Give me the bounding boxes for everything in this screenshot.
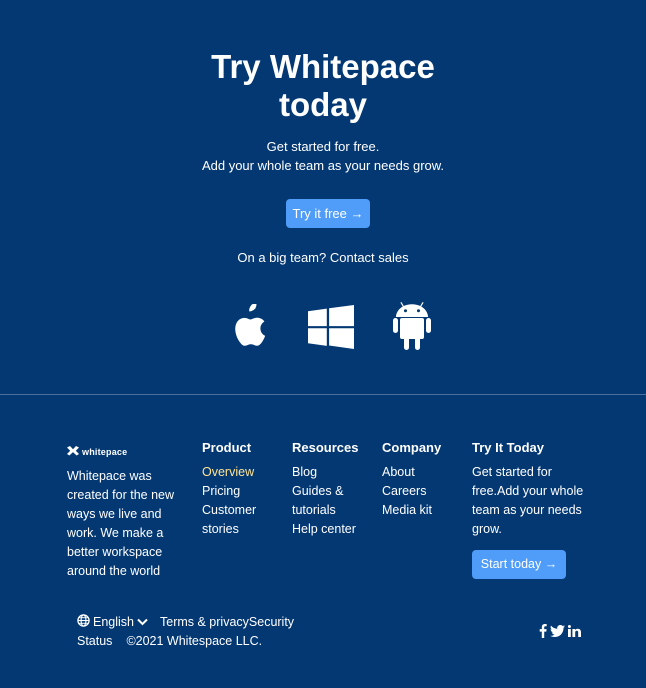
hero-subtitle-line2: Add your whole team as your needs grow.	[201, 158, 445, 173]
footer-column-company: Company About Careers Media kit	[382, 439, 441, 520]
terms-privacy-link[interactable]: Terms & privacy	[160, 615, 249, 629]
social-links	[539, 624, 581, 638]
hero-section: Try Whitepace today Get started for free…	[0, 0, 646, 394]
language-label: English	[93, 615, 134, 629]
link-customer-stories[interactable]: Customer stories	[202, 501, 272, 539]
link-pricing[interactable]: Pricing	[202, 482, 272, 501]
security-link[interactable]: Security	[249, 615, 294, 629]
hero-subtitle-line1: Get started for free.	[266, 139, 380, 154]
platform-icons	[0, 302, 646, 354]
legal-links: Terms & privacySecurity	[160, 614, 294, 630]
globe-icon	[77, 614, 90, 630]
language-selector[interactable]: English	[77, 614, 148, 630]
link-overview[interactable]: Overview	[202, 463, 272, 482]
try-today-text: Get started for free.Add your whole team…	[472, 465, 584, 536]
column-title: Try It Today	[472, 440, 544, 455]
link-help-center[interactable]: Help center	[292, 520, 367, 539]
logo-text: whitepace	[82, 447, 128, 457]
windows-icon[interactable]	[308, 305, 354, 354]
footer-column-try-today: Try It Today Get started for free.Add yo…	[472, 439, 594, 539]
contact-sales-link[interactable]: On a big team? Contact sales	[0, 249, 646, 266]
linkedin-icon[interactable]	[568, 625, 581, 637]
facebook-icon[interactable]	[539, 624, 547, 638]
try-it-free-button[interactable]: Try it free →	[286, 199, 370, 228]
link-guides-tutorials[interactable]: Guides & tutorials	[292, 482, 367, 520]
status-link[interactable]: Status	[77, 633, 112, 649]
footer-about-text: Whitepace was created for the new ways w…	[67, 469, 175, 578]
column-title: Resources	[292, 440, 359, 455]
column-title: Company	[382, 440, 442, 455]
twitter-icon[interactable]	[550, 625, 565, 637]
footer-logo[interactable]: whitepace	[67, 445, 127, 459]
link-careers[interactable]: Careers	[382, 482, 441, 501]
link-media-kit[interactable]: Media kit	[382, 501, 441, 520]
link-blog[interactable]: Blog	[292, 463, 367, 482]
copyright-text: ©2021 Whitespace LLC.	[126, 634, 263, 648]
android-icon[interactable]	[393, 302, 431, 355]
start-today-button[interactable]: Start today →	[472, 550, 566, 579]
footer-bottom-row: Status ©2021 Whitespace LLC.	[77, 633, 262, 649]
hero-title: Try Whitepace today	[211, 48, 435, 123]
footer-column-resources: Resources Blog Guides & tutorials Help c…	[292, 439, 367, 539]
column-title: Product	[202, 440, 252, 455]
apple-icon[interactable]	[229, 303, 267, 355]
chevron-down-icon	[137, 615, 148, 629]
footer-divider	[0, 394, 646, 395]
link-about[interactable]: About	[382, 463, 441, 482]
footer-column-product: Product Overview Pricing Customer storie…	[202, 439, 272, 539]
whitepace-logo-icon	[67, 443, 79, 461]
hero-subtitle: Get started for free. Add your whole tea…	[0, 137, 646, 175]
